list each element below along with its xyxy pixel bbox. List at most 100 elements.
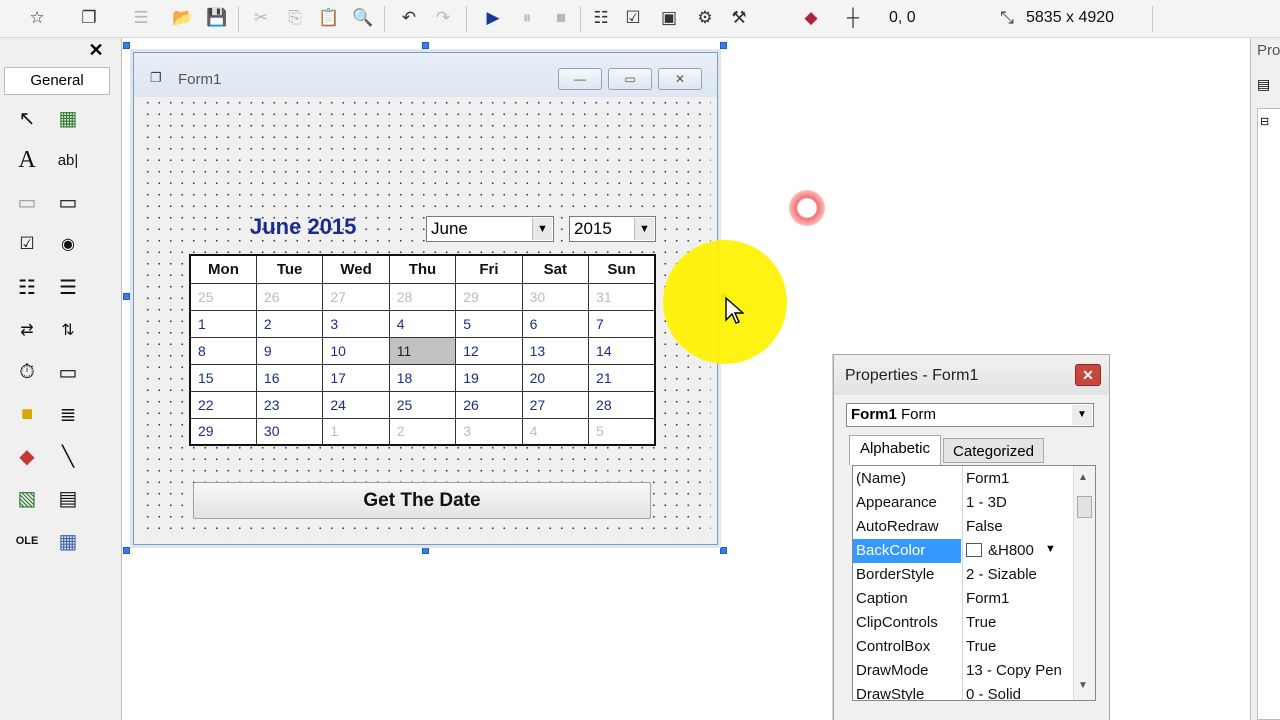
redo-icon[interactable]: ↷ bbox=[430, 5, 456, 31]
resize-handle[interactable] bbox=[123, 547, 130, 554]
calendar-day[interactable]: 26 bbox=[255, 282, 324, 311]
calendar-day[interactable]: 28 bbox=[588, 390, 656, 419]
calendar-day[interactable]: 3 bbox=[455, 417, 523, 446]
calendar-day[interactable]: 10 bbox=[322, 336, 390, 365]
form-layout-icon[interactable]: ▣ bbox=[656, 5, 682, 31]
calendar-day[interactable]: 28 bbox=[388, 282, 457, 311]
resize-handle[interactable] bbox=[422, 42, 429, 49]
scroll-down-icon[interactable]: ▼ bbox=[1078, 680, 1088, 691]
properties-titlebar[interactable]: Properties - Form1 ✕ bbox=[834, 355, 1109, 395]
calendar-day[interactable]: 1 bbox=[189, 309, 257, 338]
hscrollbar-icon[interactable]: ⇄ bbox=[10, 313, 44, 347]
calendar-day[interactable]: 6 bbox=[521, 309, 590, 338]
combobox-icon[interactable]: ☷ bbox=[10, 270, 44, 304]
property-row[interactable]: ControlBox True bbox=[853, 635, 1065, 659]
picturebox-icon[interactable]: ▦ bbox=[51, 101, 85, 135]
property-value[interactable]: Form1 bbox=[966, 470, 1063, 487]
calendar-day[interactable]: 12 bbox=[455, 336, 523, 365]
drivelistbox-icon[interactable]: ▭ bbox=[51, 355, 85, 389]
calendar-day[interactable]: 22 bbox=[189, 390, 257, 419]
calendar-day[interactable]: 14 bbox=[588, 336, 656, 365]
calendar-day[interactable]: 20 bbox=[521, 363, 590, 392]
label-icon[interactable]: A bbox=[10, 143, 44, 177]
chevron-down-icon[interactable]: ▼ bbox=[634, 218, 654, 240]
year-combo[interactable]: 2015 ▼ bbox=[569, 216, 656, 242]
find-icon[interactable]: 🔍 bbox=[350, 5, 376, 31]
calendar-day[interactable]: 15 bbox=[189, 363, 257, 392]
minimize-button[interactable]: — bbox=[558, 68, 602, 90]
checkbox-icon[interactable]: ☑ bbox=[10, 227, 44, 261]
dirlistbox-icon[interactable]: ■ bbox=[10, 397, 44, 431]
property-row[interactable]: DrawStyle 0 - Solid bbox=[853, 683, 1065, 700]
grid-icon[interactable]: ▦ bbox=[51, 524, 85, 558]
tab-alphabetic[interactable]: Alphabetic bbox=[849, 435, 941, 465]
calendar-day[interactable]: 13 bbox=[521, 336, 590, 365]
property-row-selected[interactable]: BackColor &H800 ▼ bbox=[853, 539, 1065, 563]
get-the-date-button[interactable]: Get The Date bbox=[193, 482, 651, 519]
menu-editor-icon[interactable]: ☰ bbox=[128, 5, 154, 31]
add-project-icon[interactable]: ☆ bbox=[24, 5, 50, 31]
property-value[interactable]: False bbox=[966, 518, 1063, 535]
property-row[interactable]: DrawMode 13 - Copy Pen bbox=[853, 659, 1065, 683]
calendar-day[interactable]: 29 bbox=[455, 282, 523, 311]
tree-collapse-icon[interactable]: ⊟ bbox=[1260, 115, 1269, 128]
image-icon[interactable]: ▧ bbox=[10, 481, 44, 515]
scroll-thumb[interactable] bbox=[1077, 496, 1092, 518]
ole-icon[interactable]: OLE bbox=[10, 524, 44, 558]
calendar-day[interactable]: 25 bbox=[388, 390, 457, 419]
resize-handle[interactable] bbox=[720, 547, 727, 554]
property-row[interactable]: (Name) Form1 bbox=[853, 467, 1065, 491]
property-row[interactable]: ClipControls True bbox=[853, 611, 1065, 635]
calendar-day[interactable]: 8 bbox=[189, 336, 257, 365]
calendar-day[interactable]: 30 bbox=[255, 417, 324, 446]
resize-handle[interactable] bbox=[123, 42, 130, 49]
close-button[interactable]: ✕ bbox=[1075, 364, 1101, 386]
calendar-day[interactable]: 21 bbox=[588, 363, 656, 392]
calendar-day[interactable]: 4 bbox=[388, 309, 457, 338]
calendar-day[interactable]: 25 bbox=[189, 282, 257, 311]
property-row[interactable]: AutoRedraw False bbox=[853, 515, 1065, 539]
vscrollbar-icon[interactable]: ⇅ bbox=[51, 313, 85, 347]
data-icon[interactable]: ▤ bbox=[51, 481, 85, 515]
property-row[interactable]: Appearance 1 - 3D bbox=[853, 491, 1065, 515]
project-explorer-icon[interactable]: ☷ bbox=[588, 5, 614, 31]
pointer-icon[interactable]: ↖ bbox=[10, 101, 44, 135]
view-code-icon[interactable]: ▤ bbox=[1257, 76, 1270, 93]
calendar-day[interactable]: 5 bbox=[588, 417, 656, 446]
calendar-day[interactable]: 9 bbox=[255, 336, 324, 365]
calendar-day[interactable]: 2 bbox=[255, 309, 324, 338]
toolbox-icon[interactable]: ⚒ bbox=[726, 5, 752, 31]
filelistbox-icon[interactable]: ≣ bbox=[51, 397, 85, 431]
object-combo[interactable]: Form1 Form ▼ bbox=[846, 403, 1094, 427]
calendar-day[interactable]: 19 bbox=[455, 363, 523, 392]
calendar-day[interactable]: 1 bbox=[322, 417, 390, 446]
month-combo[interactable]: June ▼ bbox=[426, 216, 554, 242]
start-icon[interactable]: ▶ bbox=[480, 5, 506, 31]
close-button[interactable]: ✕ bbox=[658, 68, 702, 90]
line-icon[interactable]: ╲ bbox=[51, 439, 85, 473]
property-value[interactable]: 13 - Copy Pen bbox=[966, 662, 1063, 679]
calendar-day[interactable]: 2 bbox=[388, 417, 457, 446]
maximize-button[interactable]: ▭ bbox=[608, 68, 652, 90]
close-icon[interactable]: ✕ bbox=[86, 41, 106, 59]
property-value[interactable]: 2 - Sizable bbox=[966, 566, 1063, 583]
property-value[interactable]: 0 - Solid bbox=[966, 686, 1063, 700]
calendar-day[interactable]: 29 bbox=[189, 417, 257, 446]
calendar-day[interactable]: 24 bbox=[322, 390, 390, 419]
timer-icon[interactable]: ⏱ bbox=[10, 355, 44, 389]
property-row[interactable]: BorderStyle 2 - Sizable bbox=[853, 563, 1065, 587]
resize-handle[interactable] bbox=[123, 293, 130, 300]
property-value[interactable]: True bbox=[966, 614, 1063, 631]
property-scrollbar[interactable]: ▲ ▼ bbox=[1073, 466, 1095, 700]
chevron-down-icon[interactable]: ▼ bbox=[1072, 405, 1092, 425]
paste-icon[interactable]: 📋 bbox=[316, 5, 342, 31]
property-value[interactable]: 1 - 3D bbox=[966, 494, 1063, 511]
form-titlebar[interactable]: ❐ Form1 — ▭ ✕ bbox=[134, 53, 717, 97]
scroll-up-icon[interactable]: ▲ bbox=[1078, 472, 1088, 483]
property-value[interactable]: True bbox=[966, 638, 1063, 655]
frame-icon[interactable]: ▭ bbox=[10, 185, 44, 219]
calendar-day[interactable]: 23 bbox=[255, 390, 324, 419]
cut-icon[interactable]: ✂ bbox=[248, 5, 274, 31]
object-browser-icon[interactable]: ⚙ bbox=[692, 5, 718, 31]
save-project-icon[interactable]: 💾 bbox=[204, 5, 230, 31]
